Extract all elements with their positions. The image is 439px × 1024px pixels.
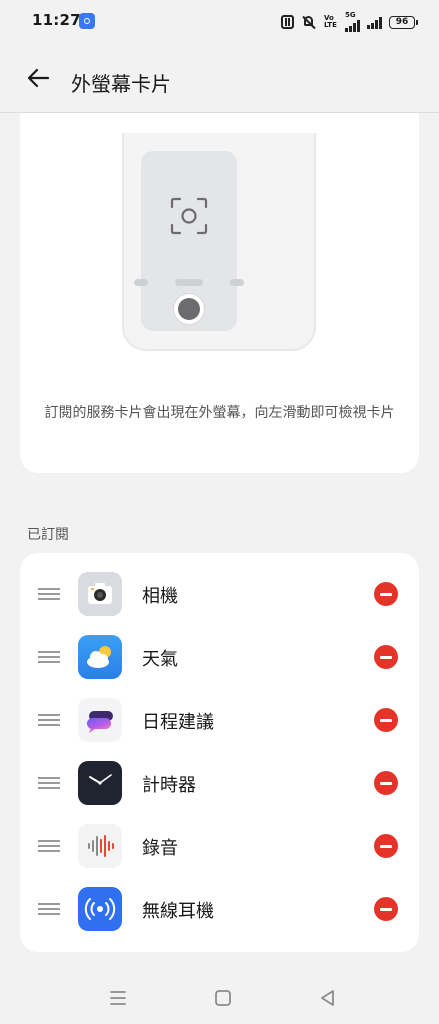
page-dot (230, 279, 244, 286)
page-title: 外螢幕卡片 (71, 72, 171, 96)
volte-icon: Vo LTE (324, 14, 337, 29)
nfc-icon (281, 15, 294, 29)
status-time: 11:27 (32, 11, 81, 29)
wireless-earbuds-icon (78, 887, 122, 931)
drag-handle-icon[interactable] (38, 651, 60, 663)
camera-frame-icon (170, 197, 208, 235)
section-header-subscribed: 已訂閱 (27, 527, 69, 543)
drag-handle-icon[interactable] (38, 588, 60, 600)
description-text: 訂閱的服務卡片會出現在外螢幕，向左滑動即可檢視卡片 (44, 405, 395, 421)
recorder-icon (78, 824, 122, 868)
back-triangle-icon[interactable] (317, 987, 339, 1009)
navigation-bar (0, 975, 439, 1024)
list-item: 日程建議 (20, 688, 419, 752)
camera-icon (78, 572, 122, 616)
shutter-icon (174, 294, 204, 324)
status-bar: 11:27 Vo LTE 5G 96 (0, 0, 439, 44)
cover-screen-illustration (134, 151, 244, 331)
drag-handle-icon[interactable] (38, 714, 60, 726)
drag-handle-icon[interactable] (38, 777, 60, 789)
clock-icon (78, 761, 122, 805)
remove-button[interactable] (374, 897, 398, 921)
network-type-label: 5G (345, 11, 356, 19)
item-label: 計時器 (142, 775, 196, 796)
notification-app-icon (79, 13, 95, 29)
weather-icon (78, 635, 122, 679)
network-signal-icon: 5G (345, 12, 360, 32)
status-icons: Vo LTE 5G 96 (281, 12, 418, 32)
list-item: 相機 (20, 562, 419, 626)
item-label: 相機 (142, 586, 178, 607)
remove-button[interactable] (374, 645, 398, 669)
schedule-suggestion-icon (78, 698, 122, 742)
home-icon[interactable] (212, 987, 234, 1009)
drag-handle-icon[interactable] (38, 840, 60, 852)
item-label: 日程建議 (142, 712, 214, 733)
drag-handle-icon[interactable] (38, 903, 60, 915)
list-item: 錄音 (20, 814, 419, 878)
battery-icon: 96 (389, 15, 418, 29)
list-item: 無線耳機 (20, 877, 419, 941)
item-label: 錄音 (142, 838, 178, 859)
page-dot (134, 279, 148, 286)
remove-button[interactable] (374, 708, 398, 732)
preview-card: 訂閱的服務卡片會出現在外螢幕，向左滑動即可檢視卡片 (20, 113, 419, 473)
device-illustration (122, 133, 316, 351)
back-arrow-icon (27, 68, 50, 88)
list-item: 計時器 (20, 751, 419, 815)
list-item: 天氣 (20, 625, 419, 689)
signal-bars-icon (367, 16, 382, 29)
page-indicator (134, 279, 244, 287)
back-button[interactable] (24, 64, 52, 92)
page-dot-active (175, 279, 203, 286)
item-label: 天氣 (142, 649, 178, 670)
mute-icon (301, 15, 317, 29)
item-label: 無線耳機 (142, 901, 214, 922)
remove-button[interactable] (374, 771, 398, 795)
title-bar: 外螢幕卡片 (0, 44, 439, 112)
subscribed-list: 相機 天氣 日程建議 計時器 錄音 無線耳機 (20, 553, 419, 952)
remove-button[interactable] (374, 582, 398, 606)
recents-menu-icon[interactable] (107, 987, 129, 1009)
remove-button[interactable] (374, 834, 398, 858)
